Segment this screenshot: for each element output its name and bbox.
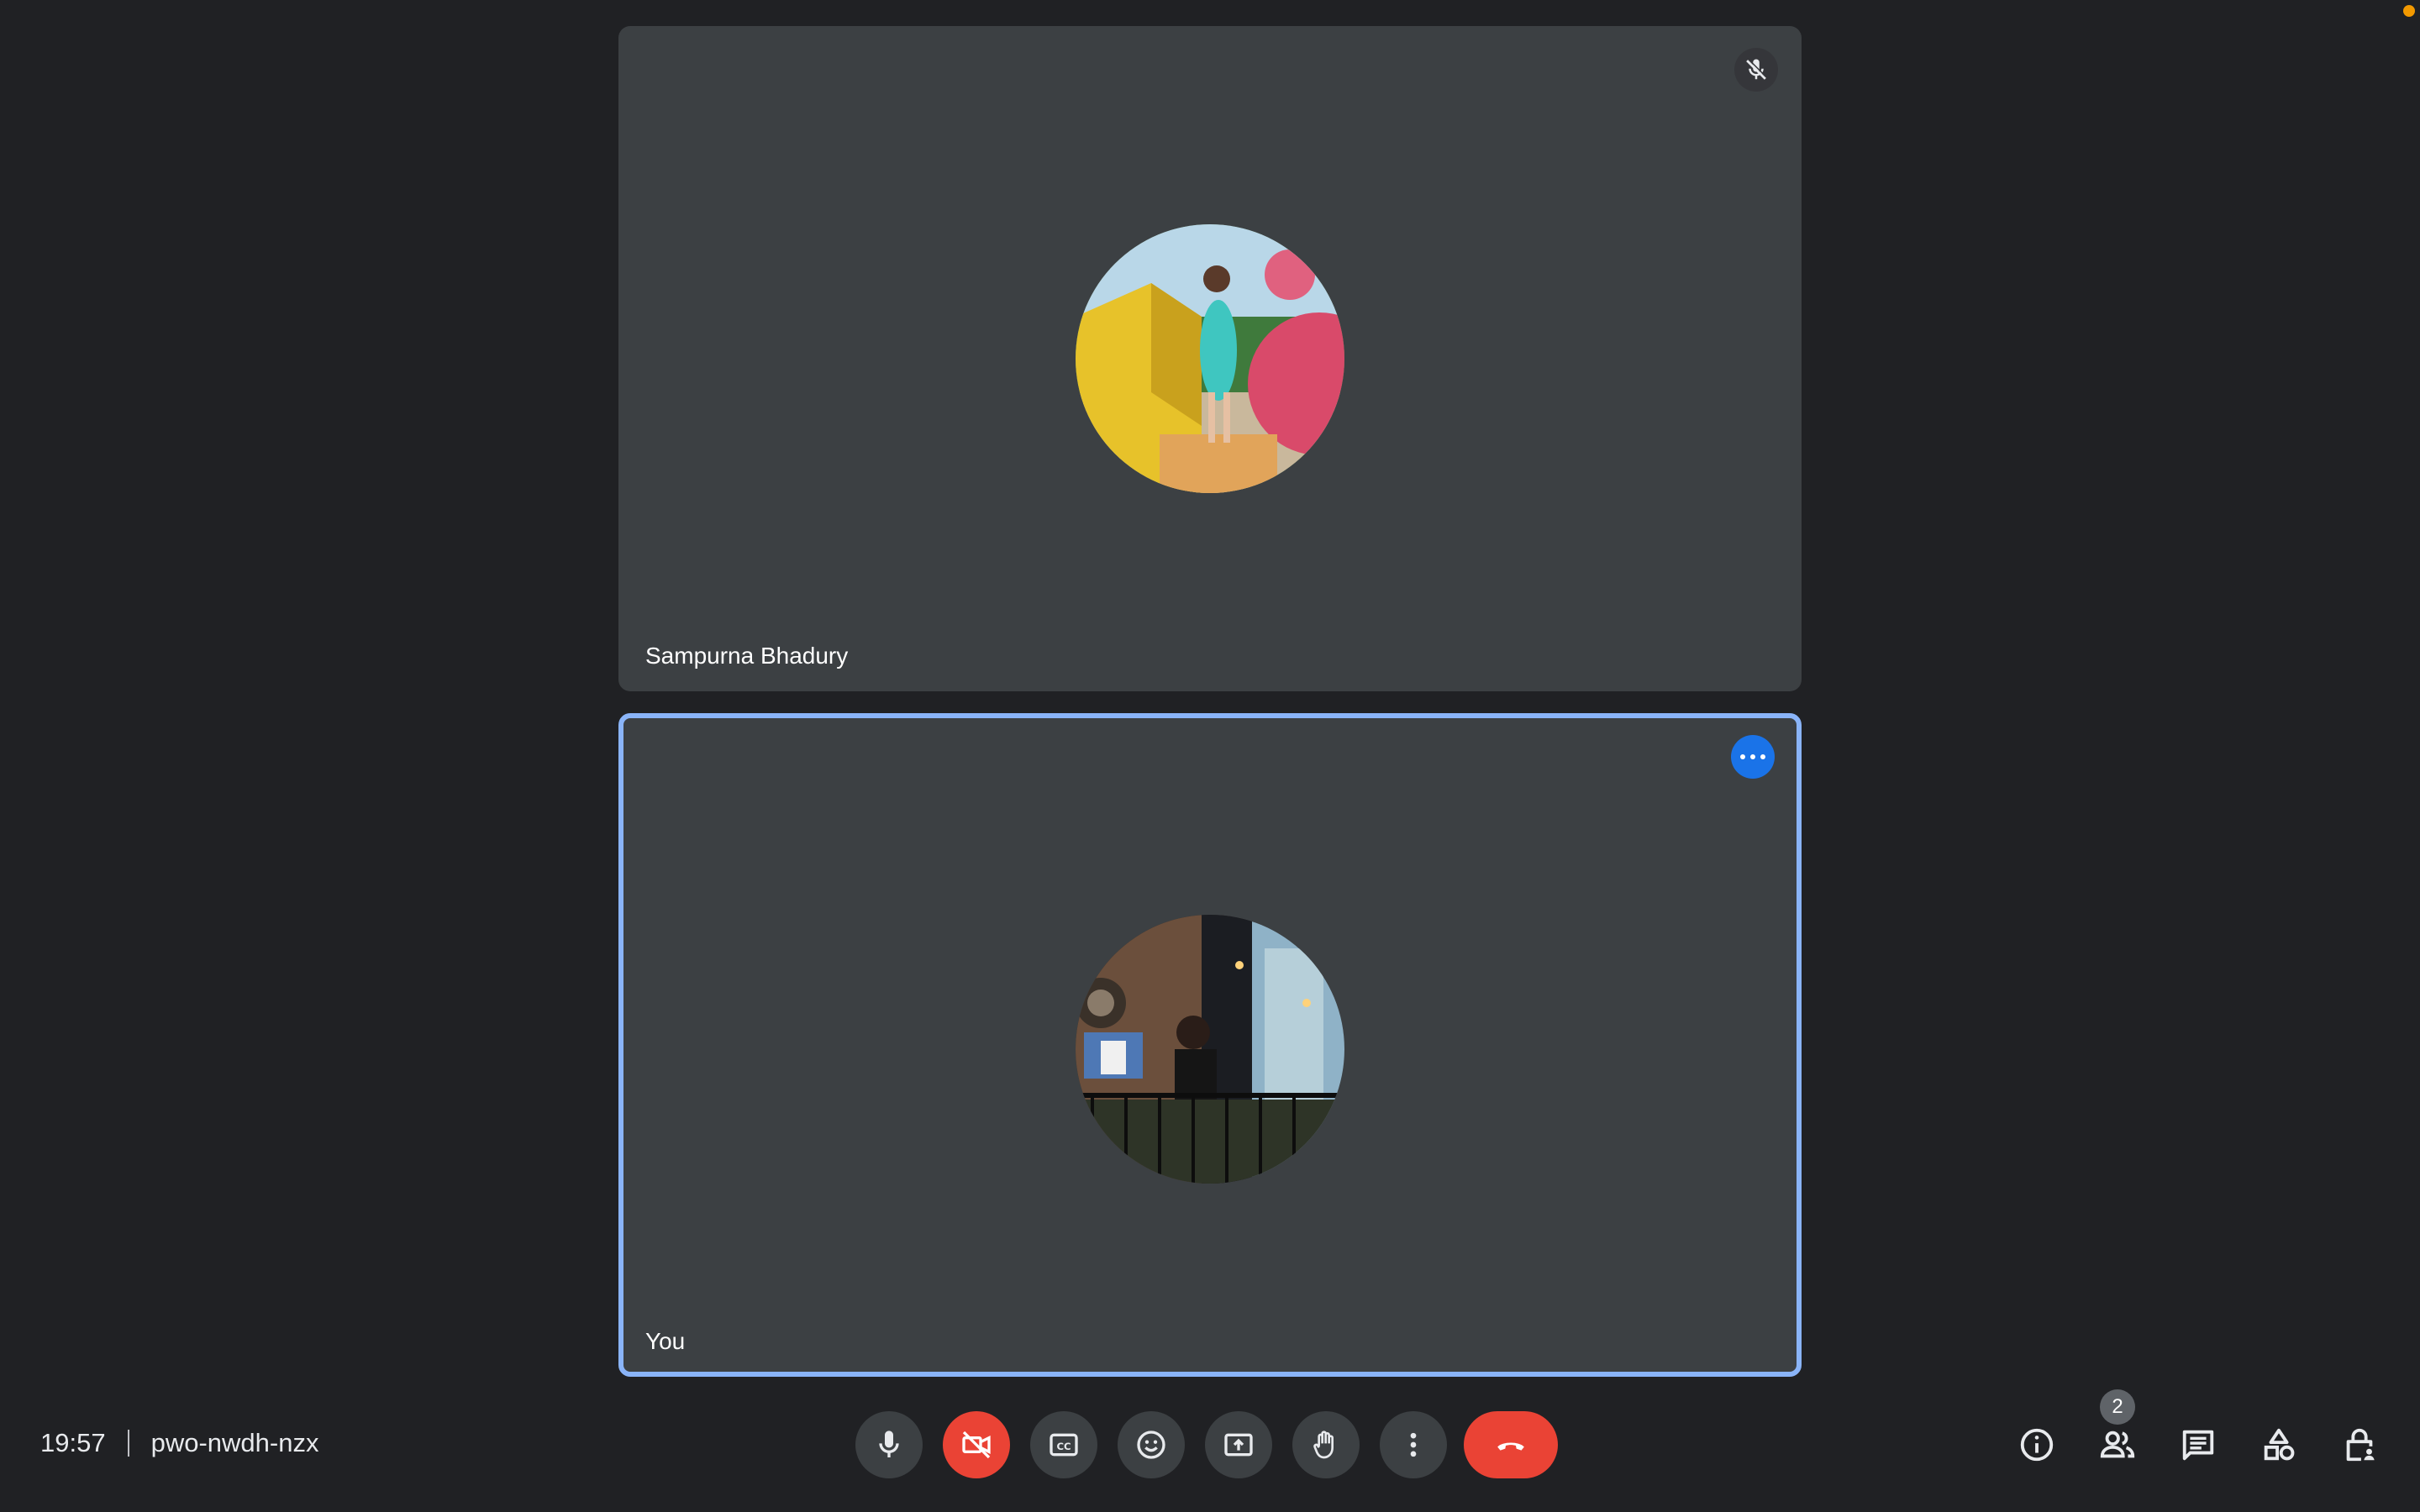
closed-caption-icon: CC	[1050, 1433, 1078, 1457]
recording-indicator-icon	[2403, 5, 2415, 17]
present-to-all-icon	[1224, 1433, 1253, 1457]
chat-icon	[2182, 1430, 2214, 1461]
participant-avatar	[1076, 915, 1344, 1184]
raise-hand-button[interactable]	[1292, 1411, 1360, 1478]
videocam-off-icon	[962, 1431, 991, 1459]
participant-tile-remote[interactable]: Sampurna Bhadury	[618, 26, 1802, 691]
call-end-icon	[1497, 1442, 1524, 1451]
meeting-details-button[interactable]	[2013, 1411, 2060, 1478]
participant-name: Sampurna Bhadury	[645, 643, 849, 669]
meeting-details: 19:57 pwo-nwdh-nzx	[40, 1426, 318, 1460]
more-vert-icon	[1410, 1432, 1417, 1457]
emoji-icon	[1137, 1431, 1165, 1459]
microphone-button[interactable]	[855, 1411, 923, 1478]
people-icon	[2100, 1431, 2135, 1458]
captions-button[interactable]: CC	[1030, 1411, 1097, 1478]
mic-icon	[879, 1431, 899, 1457]
info-icon	[2020, 1428, 2054, 1462]
more-options-button[interactable]	[1380, 1411, 1447, 1478]
meeting-code: pwo-nwdh-nzx	[150, 1428, 319, 1457]
leave-call-button[interactable]	[1464, 1411, 1558, 1478]
activities-button[interactable]	[2255, 1411, 2302, 1478]
activities-icon	[2264, 1428, 2295, 1461]
participant-name: You	[645, 1328, 686, 1354]
hand-icon	[1313, 1431, 1334, 1459]
side-panel-controls: 2	[2013, 1389, 2383, 1478]
host-controls-button[interactable]	[2336, 1411, 2383, 1478]
more-horiz-icon[interactable]	[1731, 735, 1775, 779]
chat-button[interactable]	[2175, 1411, 2222, 1478]
svg-text:CC: CC	[1056, 1441, 1071, 1452]
reactions-button[interactable]	[1118, 1411, 1185, 1478]
participant-avatar	[1076, 224, 1344, 493]
clock-time: 19:57	[40, 1428, 106, 1457]
participant-count-badge: 2	[2100, 1389, 2135, 1425]
mic-off-icon	[1734, 48, 1778, 92]
camera-button[interactable]	[943, 1411, 1010, 1478]
call-controls: CC	[855, 1411, 1558, 1478]
lock-person-icon	[2346, 1428, 2375, 1462]
present-button[interactable]	[1205, 1411, 1272, 1478]
people-button[interactable]: 2	[2094, 1389, 2141, 1478]
divider	[127, 1430, 129, 1457]
participant-tile-self[interactable]: You	[618, 713, 1802, 1377]
